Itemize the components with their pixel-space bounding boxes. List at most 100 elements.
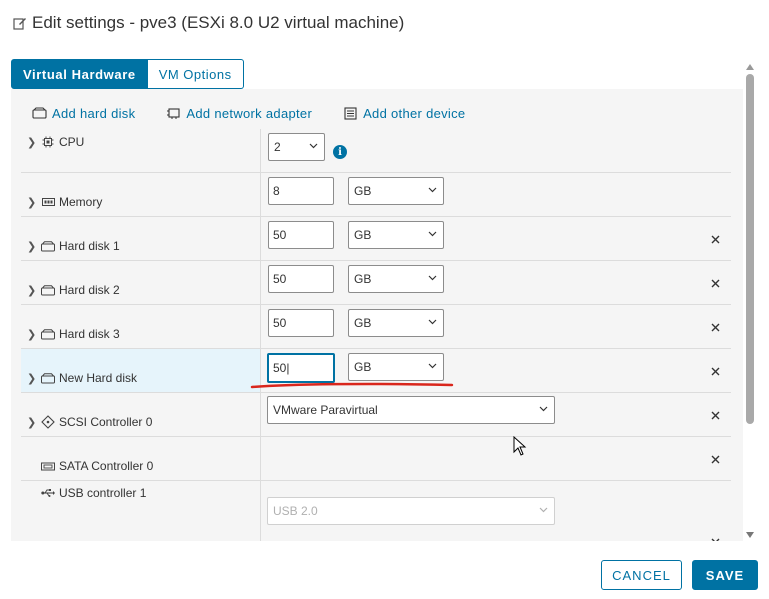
dialog-title: Edit settings - pve3 (ESXi 8.0 U2 virtua… — [32, 13, 405, 32]
hard-disk-icon — [41, 284, 55, 296]
remove-scsi-controller-icon[interactable] — [709, 409, 721, 421]
hard-disk-1-row-header[interactable]: ❯ Hard disk 1 — [27, 239, 120, 253]
remove-new-hard-disk-icon[interactable] — [709, 365, 721, 377]
memory-size-input[interactable]: 8 — [268, 177, 334, 205]
scsi-controller-row: ❯ SCSI Controller 0 VMware Paravirtual — [21, 393, 731, 437]
hard-disk-2-row: ❯ Hard disk 2 50 GB — [21, 261, 731, 305]
sata-controller-icon — [41, 460, 55, 472]
memory-icon — [41, 196, 55, 208]
chevron-right-icon[interactable]: ❯ — [27, 416, 37, 429]
hard-disk-2-unit-value: GB — [354, 272, 372, 286]
new-hard-disk-unit-value: GB — [354, 360, 372, 374]
memory-row-header[interactable]: ❯ Memory — [27, 195, 102, 209]
tab-virtual-hardware[interactable]: Virtual Hardware — [11, 59, 148, 89]
hard-disk-3-row-header[interactable]: ❯ Hard disk 3 — [27, 327, 120, 341]
hard-disk-2-row-header[interactable]: ❯ Hard disk 2 — [27, 283, 120, 297]
edit-settings-dialog: Edit settings - pve3 (ESXi 8.0 U2 virtua… — [0, 0, 769, 599]
chevron-right-icon[interactable]: ❯ — [27, 372, 37, 385]
cpu-row-header[interactable]: ❯ CPU — [27, 135, 84, 149]
add-hard-disk-button[interactable]: Add hard disk — [31, 106, 135, 121]
scsi-controller-type-value: VMware Paravirtual — [273, 403, 378, 417]
remove-usb-controller-icon[interactable] — [709, 536, 721, 541]
hard-disk-1-size-input[interactable]: 50 — [268, 221, 334, 249]
memory-label: Memory — [59, 195, 103, 209]
cancel-button[interactable]: CANCEL — [601, 560, 682, 590]
usb-controller-type-value: USB 2.0 — [273, 504, 318, 518]
hard-disk-1-row: ❯ Hard disk 1 50 GB — [21, 217, 731, 261]
scsi-controller-type-select[interactable]: VMware Paravirtual — [267, 396, 555, 424]
remove-sata-controller-icon[interactable] — [709, 453, 721, 465]
hard-disk-3-unit-value: GB — [354, 316, 372, 330]
chevron-right-icon[interactable]: ❯ — [27, 196, 37, 209]
memory-unit-value: GB — [354, 184, 372, 198]
hard-disk-3-unit-select[interactable]: GB — [348, 309, 444, 337]
chevron-right-icon[interactable]: ❯ — [27, 240, 37, 253]
hard-disk-2-size-input[interactable]: 50 — [268, 265, 334, 293]
network-adapter-icon — [165, 106, 181, 120]
usb-controller-row: USB controller 1 USB 2.0 — [21, 481, 731, 541]
chevron-right-icon[interactable]: ❯ — [27, 136, 37, 149]
add-device-toolbar: Add hard disk Add network adapter Add ot… — [31, 103, 495, 123]
usb-controller-type-select: USB 2.0 — [267, 497, 555, 525]
sata-controller-label: SATA Controller 0 — [59, 459, 154, 473]
remove-hard-disk-3-icon[interactable] — [709, 321, 721, 333]
tab-bar: Virtual Hardware VM Options — [11, 59, 244, 89]
add-hard-disk-label: Add hard disk — [52, 105, 136, 121]
vertical-scrollbar[interactable] — [743, 60, 757, 542]
usb-controller-label: USB controller 1 — [59, 486, 147, 500]
memory-row: ❯ Memory 8 GB — [21, 173, 731, 217]
scsi-controller-row-header[interactable]: ❯ SCSI Controller 0 — [27, 415, 152, 429]
chevron-right-icon[interactable]: ❯ — [27, 328, 37, 341]
hard-disk-2-label: Hard disk 2 — [59, 283, 120, 297]
cpu-count-value: 2 — [274, 140, 281, 154]
edit-settings-icon — [12, 15, 28, 31]
add-other-device-label: Add other device — [363, 105, 466, 121]
chevron-right-icon[interactable]: ❯ — [27, 284, 37, 297]
usb-controller-row-header: USB controller 1 — [41, 486, 146, 500]
chevron-down-icon — [538, 404, 548, 414]
chevron-down-icon — [427, 229, 437, 239]
chevron-down-icon — [427, 317, 437, 327]
new-hard-disk-row-header[interactable]: ❯ New Hard disk — [27, 371, 137, 385]
chevron-down-icon — [427, 361, 437, 371]
virtual-hardware-panel: Add hard disk Add network adapter Add ot… — [11, 89, 743, 541]
sata-controller-row: SATA Controller 0 — [21, 437, 731, 481]
cpu-row: ❯ CPU 2 i — [21, 129, 731, 173]
chevron-down-icon — [538, 505, 548, 515]
chevron-down-icon — [427, 273, 437, 283]
scsi-controller-icon — [41, 415, 55, 429]
usb-icon — [41, 487, 55, 499]
cpu-icon — [41, 136, 55, 148]
tab-vm-options[interactable]: VM Options — [147, 59, 244, 89]
new-hard-disk-label: New Hard disk — [59, 371, 138, 385]
remove-hard-disk-1-icon[interactable] — [709, 233, 721, 245]
hard-disk-3-row: ❯ Hard disk 3 50 GB — [21, 305, 731, 349]
scsi-controller-label: SCSI Controller 0 — [59, 415, 153, 429]
chevron-down-icon — [427, 185, 437, 195]
cpu-label: CPU — [59, 135, 85, 149]
sata-controller-row-header: SATA Controller 0 — [41, 459, 153, 473]
scroll-down-arrow-icon[interactable] — [745, 530, 755, 540]
hard-disk-3-label: Hard disk 3 — [59, 327, 120, 341]
info-icon[interactable]: i — [333, 145, 347, 159]
hard-disk-icon — [41, 240, 55, 252]
dialog-header: Edit settings - pve3 (ESXi 8.0 U2 virtua… — [12, 11, 404, 35]
memory-unit-select[interactable]: GB — [348, 177, 444, 205]
scrollbar-thumb[interactable] — [746, 74, 754, 424]
hard-disk-icon — [41, 372, 55, 384]
hard-disk-1-unit-value: GB — [354, 228, 372, 242]
cpu-count-select[interactable]: 2 — [268, 133, 325, 161]
new-hard-disk-unit-select[interactable]: GB — [348, 353, 444, 381]
scroll-up-arrow-icon[interactable] — [745, 62, 755, 72]
chevron-down-icon — [308, 141, 318, 151]
add-other-device-button[interactable]: Add other device — [342, 106, 465, 121]
hard-disk-3-size-input[interactable]: 50 — [268, 309, 334, 337]
other-device-icon — [342, 106, 358, 120]
remove-hard-disk-2-icon[interactable] — [709, 277, 721, 289]
mouse-cursor-icon — [513, 436, 527, 456]
hard-disk-icon — [31, 106, 47, 120]
save-button[interactable]: SAVE — [692, 560, 758, 590]
add-network-adapter-button[interactable]: Add network adapter — [165, 106, 312, 121]
hard-disk-2-unit-select[interactable]: GB — [348, 265, 444, 293]
hard-disk-1-unit-select[interactable]: GB — [348, 221, 444, 249]
